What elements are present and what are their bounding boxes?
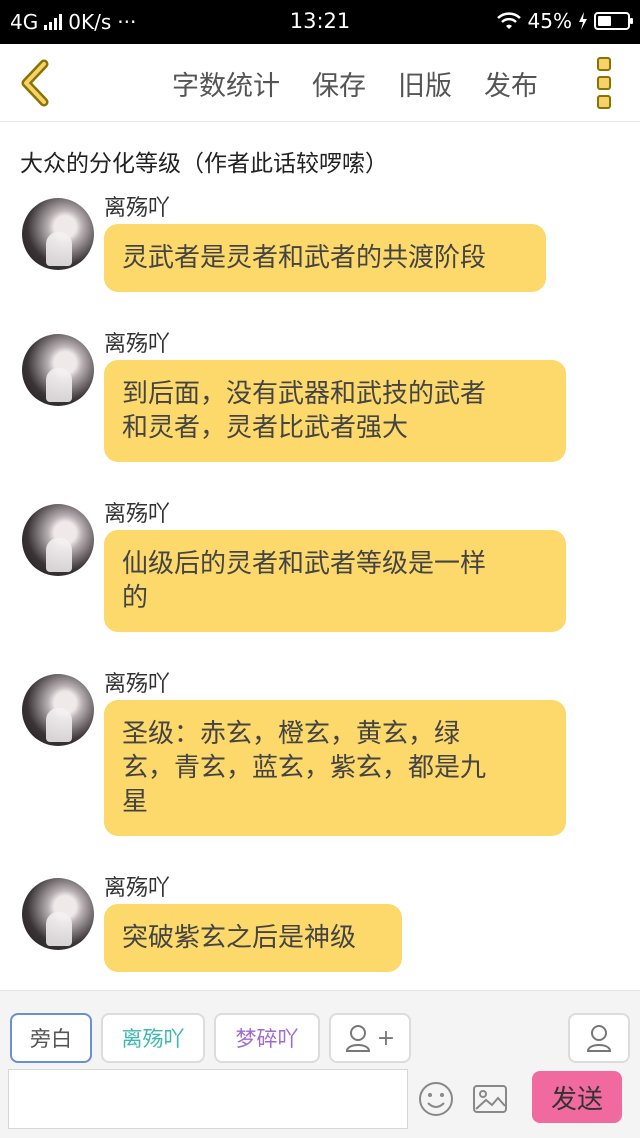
more-dot-icon xyxy=(597,95,611,109)
avatar[interactable] xyxy=(22,674,94,746)
message-text-line: 玄，青玄，蓝玄，紫玄，都是九 xyxy=(122,753,487,783)
sender-name: 离殇吖 xyxy=(104,876,171,901)
role-tab-narrator[interactable]: 旁白 xyxy=(10,1013,92,1063)
image-button[interactable] xyxy=(470,1079,510,1119)
more-dot-icon xyxy=(597,76,611,90)
word-count-button[interactable]: 字数统计 xyxy=(172,64,280,103)
message-text-line: 和灵者，灵者比武者强大 xyxy=(122,413,409,443)
sender-name: 离殇吖 xyxy=(104,502,171,527)
message-text-line: 仙级后的灵者和武者等级是一样 xyxy=(122,549,487,579)
role-label: 梦碎吖 xyxy=(235,1027,299,1051)
chat-list: 离殇吖 灵武者是灵者和武者的共渡阶段 离殇吖 到后面，没有武器和武技的武者 和灵… xyxy=(0,190,640,990)
emoji-button[interactable] xyxy=(416,1079,456,1119)
message-input[interactable] xyxy=(8,1069,408,1129)
plus-sign: + xyxy=(376,1025,396,1051)
smiley-icon xyxy=(419,1082,453,1116)
message-bubble[interactable]: 仙级后的灵者和武者等级是一样 的 xyxy=(104,530,566,632)
avatar[interactable] xyxy=(22,198,94,270)
wifi-icon xyxy=(496,12,521,29)
message-bubble[interactable]: 圣级：赤玄，橙玄，黄玄，绿 玄，青玄，蓝玄，紫玄，都是九 星 xyxy=(104,700,566,836)
avatar[interactable] xyxy=(22,504,94,576)
message-text-line: 圣级：赤玄，橙玄，黄玄，绿 xyxy=(122,719,461,749)
user-icon xyxy=(586,1025,612,1052)
message-text-line: 的 xyxy=(122,583,149,613)
role-list-button[interactable] xyxy=(568,1013,630,1063)
message-text-line: 到后面，没有武器和武技的武者 xyxy=(122,379,487,409)
chapter-title[interactable]: 大众的分化等级（作者此话较啰嗦） xyxy=(20,144,388,178)
add-role-button[interactable]: + xyxy=(329,1013,411,1063)
editor-toolbar: 字数统计 保存 旧版 发布 xyxy=(0,44,640,122)
avatar[interactable] xyxy=(22,878,94,950)
send-button[interactable]: 发送 xyxy=(532,1071,622,1123)
battery-percent: 45% xyxy=(527,9,572,33)
message-text: 突破紫玄之后是神级 xyxy=(122,923,357,953)
compose-bar: 旁白 离殇吖 梦碎吖 + 发送 xyxy=(0,990,640,1138)
more-dot-icon xyxy=(597,57,611,71)
role-tab-character-1[interactable]: 离殇吖 xyxy=(101,1013,205,1063)
charging-icon xyxy=(579,12,587,30)
back-button[interactable] xyxy=(14,58,58,108)
sender-name: 离殇吖 xyxy=(104,196,171,221)
sender-name: 离殇吖 xyxy=(104,332,171,357)
save-button[interactable]: 保存 xyxy=(312,64,366,103)
avatar[interactable] xyxy=(22,334,94,406)
chevron-left-icon xyxy=(21,59,49,107)
role-tab-character-2[interactable]: 梦碎吖 xyxy=(214,1013,320,1063)
more-menu-button[interactable] xyxy=(594,57,614,109)
battery-icon xyxy=(594,12,633,30)
role-label: 离殇吖 xyxy=(121,1027,185,1051)
publish-button[interactable]: 发布 xyxy=(484,64,538,103)
message-bubble[interactable]: 灵武者是灵者和武者的共渡阶段 xyxy=(104,224,546,292)
add-user-icon xyxy=(345,1025,370,1052)
message-bubble[interactable]: 突破紫玄之后是神级 xyxy=(104,904,402,972)
battery-fill xyxy=(598,16,611,26)
message-bubble[interactable]: 到后面，没有武器和武技的武者 和灵者，灵者比武者强大 xyxy=(104,360,566,462)
image-icon xyxy=(473,1085,507,1113)
message-text: 灵武者是灵者和武者的共渡阶段 xyxy=(122,243,487,273)
role-label: 旁白 xyxy=(30,1027,72,1051)
old-version-button[interactable]: 旧版 xyxy=(398,64,452,103)
sender-name: 离殇吖 xyxy=(104,672,171,697)
message-text-line: 星 xyxy=(122,787,149,817)
status-bar: 4G 0K/s ··· 13:21 45% xyxy=(0,0,640,44)
